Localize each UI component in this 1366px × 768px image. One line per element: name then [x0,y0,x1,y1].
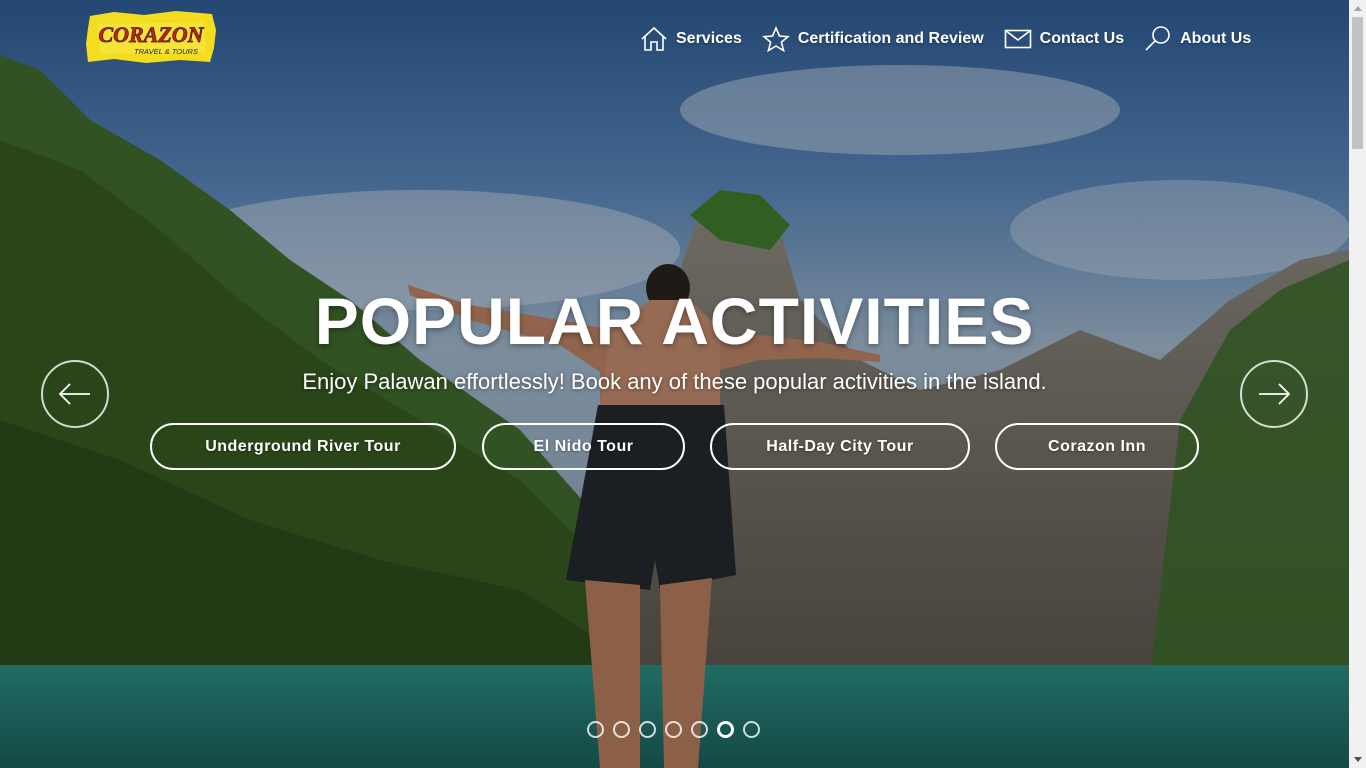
magnifier-icon [1145,26,1170,51]
carousel-dot[interactable] [691,721,708,738]
nav-about-us-label: About Us [1180,30,1252,47]
nav-certification-review-label: Certification and Review [797,30,984,47]
half-day-city-tour-button[interactable]: Half-Day City Tour [710,423,970,470]
corazon-inn-button[interactable]: Corazon Inn [995,423,1199,470]
carousel-dot[interactable] [613,721,630,738]
logo-tagline: TRAVEL & TOURS [134,47,198,56]
carousel-dot[interactable] [665,721,682,738]
carousel-dot[interactable] [743,721,760,738]
hero-section: CORAZON TRAVEL & TOURS Services Certific… [0,0,1349,768]
carousel-dot[interactable] [587,721,604,738]
nav-services-label: Services [676,30,742,47]
scroll-thumb[interactable] [1352,17,1363,149]
page-scrollbar[interactable] [1349,0,1366,768]
nav-services[interactable]: Services [640,26,742,52]
hero-title: POPULAR ACTIVITIES [314,284,1035,358]
nav-certification-review[interactable]: Certification and Review [761,25,984,53]
arrow-right-icon [1259,383,1291,405]
scroll-up-button[interactable] [1349,0,1366,17]
scroll-down-button[interactable] [1349,751,1366,768]
envelope-icon [1004,29,1031,49]
carousel-dot[interactable] [639,721,656,738]
carousel-dot[interactable] [717,721,734,738]
caret-up-icon [1353,6,1362,11]
carousel-prev-button[interactable] [41,360,109,428]
activity-buttons: Underground River Tour El Nido Tour Half… [150,423,1199,470]
hero-subtitle: Enjoy Palawan effortlessly! Book any of … [302,369,1047,394]
corazon-logo[interactable]: CORAZON TRAVEL & TOURS [84,10,218,64]
nav-about-us[interactable]: About Us [1144,25,1251,53]
nav-contact-us[interactable]: Contact Us [1004,29,1124,49]
nav-contact-us-label: Contact Us [1039,30,1125,47]
page: CORAZON TRAVEL & TOURS Services Certific… [0,0,1366,768]
carousel-next-button[interactable] [1240,360,1308,428]
carousel-indicators [587,721,760,738]
el-nido-tour-button[interactable]: El Nido Tour [482,423,685,470]
underground-river-tour-button[interactable]: Underground River Tour [150,423,456,470]
home-icon [641,26,667,51]
caret-down-icon [1353,757,1362,762]
star-icon [761,25,790,52]
arrow-left-icon [58,383,90,405]
main-nav: Services Certification and Review Contac… [640,22,1251,56]
logo-wordmark: CORAZON [98,22,204,47]
